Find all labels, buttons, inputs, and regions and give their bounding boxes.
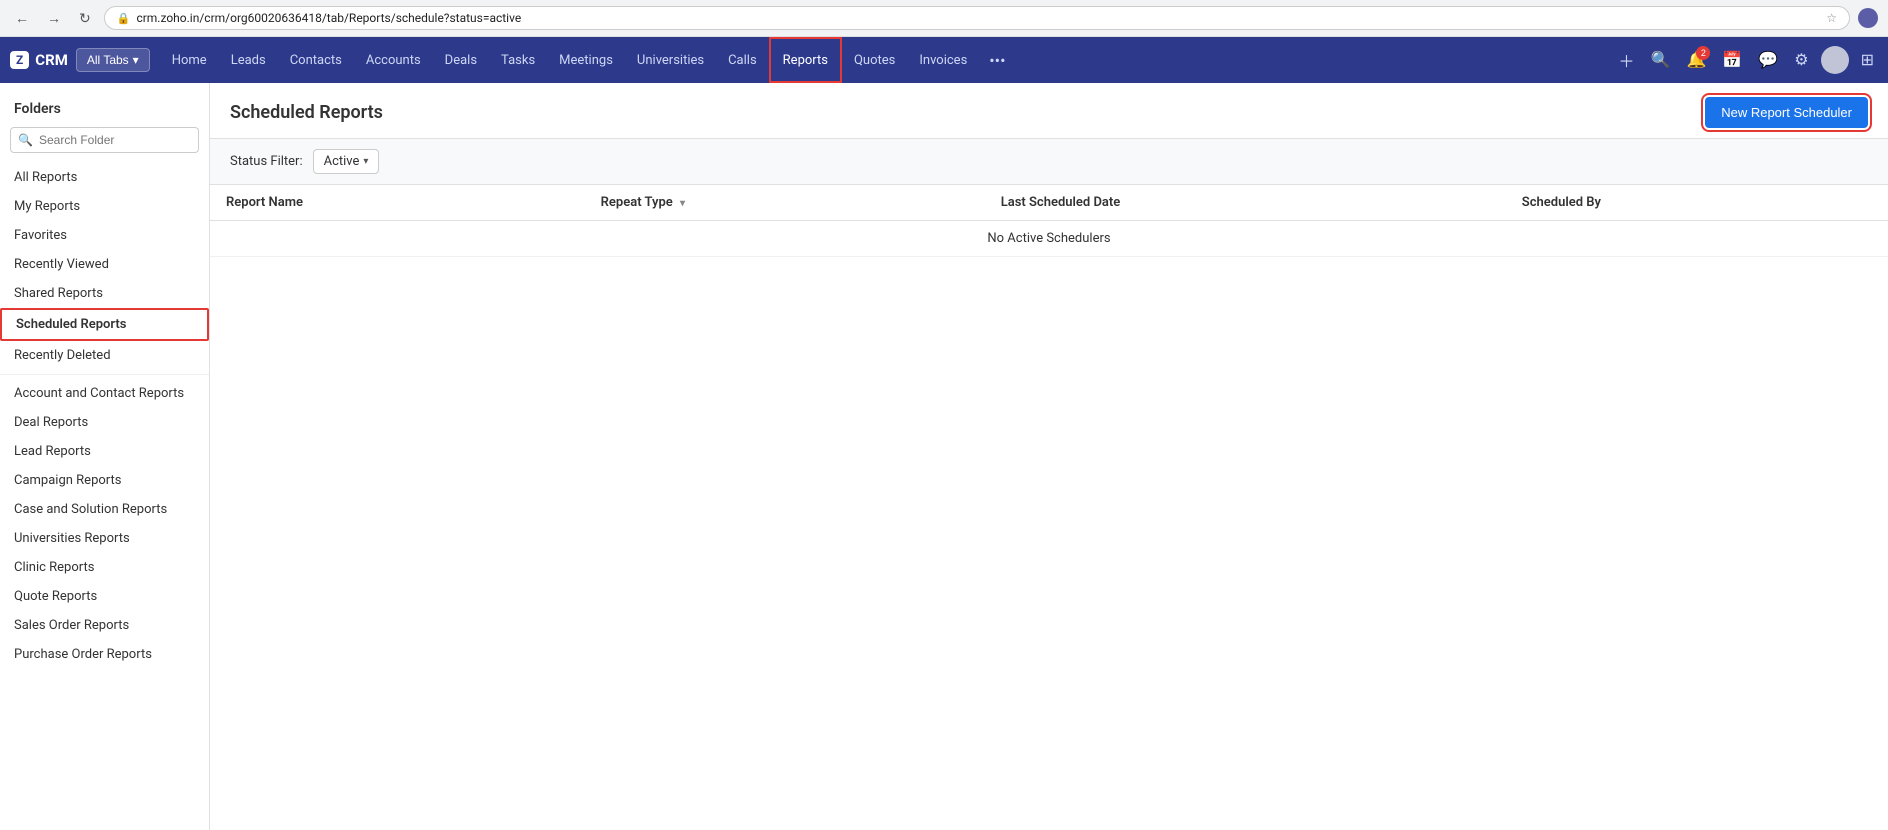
calendar-icon: 📅 (1722, 52, 1742, 69)
filter-bar: Status Filter: Active ▾ (210, 139, 1888, 185)
app-layout: Folders 🔍 All Reports My Reports Favorit… (0, 83, 1888, 830)
notification-badge: 2 (1696, 46, 1710, 60)
sidebar-item-clinic-reports[interactable]: Clinic Reports (0, 553, 209, 582)
nav-item-deals[interactable]: Deals (433, 37, 489, 83)
table-body: No Active Schedulers (210, 221, 1888, 257)
add-icon: ＋ (1619, 54, 1635, 71)
sidebar-search-container: 🔍 (10, 127, 199, 153)
settings-button[interactable]: ⚙ (1790, 46, 1812, 74)
browser-reload-btn[interactable]: ↻ (74, 8, 96, 29)
nav-item-home[interactable]: Home (160, 37, 219, 83)
col-last-scheduled-date: Last Scheduled Date (985, 185, 1506, 221)
nav-item-quotes[interactable]: Quotes (842, 37, 907, 83)
chat-icon: 💬 (1758, 52, 1778, 69)
sort-icon: ▾ (680, 198, 685, 209)
sidebar: Folders 🔍 All Reports My Reports Favorit… (0, 83, 210, 830)
empty-state-row: No Active Schedulers (210, 221, 1888, 257)
nav-item-meetings[interactable]: Meetings (547, 37, 625, 83)
sidebar-item-campaign-reports[interactable]: Campaign Reports (0, 466, 209, 495)
nav-item-tasks[interactable]: Tasks (489, 37, 547, 83)
sidebar-title: Folders (0, 93, 209, 121)
sidebar-item-universities-reports[interactable]: Universities Reports (0, 524, 209, 553)
page-header: Scheduled Reports New Report Scheduler (210, 83, 1888, 139)
nav-more-button[interactable]: ••• (979, 51, 1015, 70)
nav-item-universities[interactable]: Universities (625, 37, 716, 83)
nav-item-contacts[interactable]: Contacts (278, 37, 354, 83)
sidebar-item-account-contact-reports[interactable]: Account and Contact Reports (0, 379, 209, 408)
table-header: Report Name Repeat Type ▾ Last Scheduled… (210, 185, 1888, 221)
nav-item-accounts[interactable]: Accounts (354, 37, 433, 83)
nav-items-container: Home Leads Contacts Accounts Deals Tasks… (160, 37, 1615, 83)
browser-forward-btn[interactable]: → (42, 8, 66, 28)
browser-chrome: ← → ↻ 🔒 crm.zoho.in/crm/org60020636418/t… (0, 0, 1888, 37)
sidebar-item-all-reports[interactable]: All Reports (0, 163, 209, 192)
url-text: crm.zoho.in/crm/org60020636418/tab/Repor… (136, 11, 1820, 25)
col-report-name-label: Report Name (226, 195, 303, 210)
nav-item-calls[interactable]: Calls (716, 37, 769, 83)
filter-label: Status Filter: (230, 154, 303, 169)
grid-icon: ⊞ (1861, 52, 1874, 69)
new-report-scheduler-button[interactable]: New Report Scheduler (1705, 97, 1868, 128)
zoho-logo-icon: Z (10, 51, 29, 69)
col-last-scheduled-date-label: Last Scheduled Date (1001, 195, 1121, 210)
sidebar-item-shared-reports[interactable]: Shared Reports (0, 279, 209, 308)
all-tabs-arrow-icon: ▾ (133, 53, 139, 67)
sidebar-search-icon: 🔍 (18, 133, 33, 147)
crm-logo: Z CRM (10, 51, 68, 69)
search-button[interactable]: 🔍 (1647, 46, 1675, 74)
col-scheduled-by-label: Scheduled By (1522, 195, 1601, 210)
sidebar-item-my-reports[interactable]: My Reports (0, 192, 209, 221)
sidebar-item-purchase-order-reports[interactable]: Purchase Order Reports (0, 640, 209, 669)
user-avatar[interactable] (1821, 46, 1849, 74)
status-filter-dropdown[interactable]: Active ▾ (313, 149, 380, 174)
chat-button[interactable]: 💬 (1754, 46, 1782, 74)
sidebar-item-recently-viewed[interactable]: Recently Viewed (0, 250, 209, 279)
main-content: Scheduled Reports New Report Scheduler S… (210, 83, 1888, 830)
sidebar-item-lead-reports[interactable]: Lead Reports (0, 437, 209, 466)
sidebar-item-deal-reports[interactable]: Deal Reports (0, 408, 209, 437)
sidebar-divider (0, 374, 209, 375)
notifications-button[interactable]: 🔔 2 (1682, 46, 1710, 74)
crm-logo-text: CRM (35, 51, 68, 69)
filter-dropdown-arrow-icon: ▾ (363, 156, 368, 167)
sidebar-item-recently-deleted[interactable]: Recently Deleted (0, 341, 209, 370)
sidebar-item-scheduled-reports[interactable]: Scheduled Reports (0, 308, 209, 341)
gear-icon: ⚙ (1794, 52, 1808, 69)
calendar-button[interactable]: 📅 (1718, 46, 1746, 74)
sidebar-item-case-solution-reports[interactable]: Case and Solution Reports (0, 495, 209, 524)
sidebar-search-input[interactable] (10, 127, 199, 153)
lock-icon: 🔒 (117, 12, 131, 25)
col-repeat-type-label: Repeat Type (601, 195, 673, 210)
bookmark-icon[interactable]: ☆ (1826, 11, 1837, 25)
nav-actions-container: ＋ 🔍 🔔 2 📅 💬 ⚙ ⊞ (1615, 44, 1878, 76)
grid-button[interactable]: ⊞ (1857, 46, 1878, 74)
col-scheduled-by: Scheduled By (1506, 185, 1888, 221)
empty-state-message: No Active Schedulers (210, 221, 1888, 257)
all-tabs-label: All Tabs (87, 53, 129, 67)
top-navigation: Z CRM All Tabs ▾ Home Leads Contacts Acc… (0, 37, 1888, 83)
filter-selected-value: Active (324, 154, 360, 169)
col-repeat-type[interactable]: Repeat Type ▾ (585, 185, 985, 221)
sidebar-item-favorites[interactable]: Favorites (0, 221, 209, 250)
browser-back-btn[interactable]: ← (10, 8, 34, 28)
col-report-name: Report Name (210, 185, 585, 221)
sidebar-item-sales-order-reports[interactable]: Sales Order Reports (0, 611, 209, 640)
search-icon: 🔍 (1651, 52, 1671, 69)
browser-profile-icon[interactable] (1858, 8, 1878, 28)
add-button[interactable]: ＋ (1615, 44, 1639, 76)
nav-item-invoices[interactable]: Invoices (907, 37, 979, 83)
browser-url-bar[interactable]: 🔒 crm.zoho.in/crm/org60020636418/tab/Rep… (104, 6, 1850, 30)
report-table-container: Report Name Repeat Type ▾ Last Scheduled… (210, 185, 1888, 830)
all-tabs-button[interactable]: All Tabs ▾ (76, 48, 150, 72)
nav-item-leads[interactable]: Leads (219, 37, 278, 83)
nav-item-reports[interactable]: Reports (769, 37, 842, 83)
sidebar-item-quote-reports[interactable]: Quote Reports (0, 582, 209, 611)
scheduled-reports-table: Report Name Repeat Type ▾ Last Scheduled… (210, 185, 1888, 257)
page-title: Scheduled Reports (230, 102, 383, 123)
